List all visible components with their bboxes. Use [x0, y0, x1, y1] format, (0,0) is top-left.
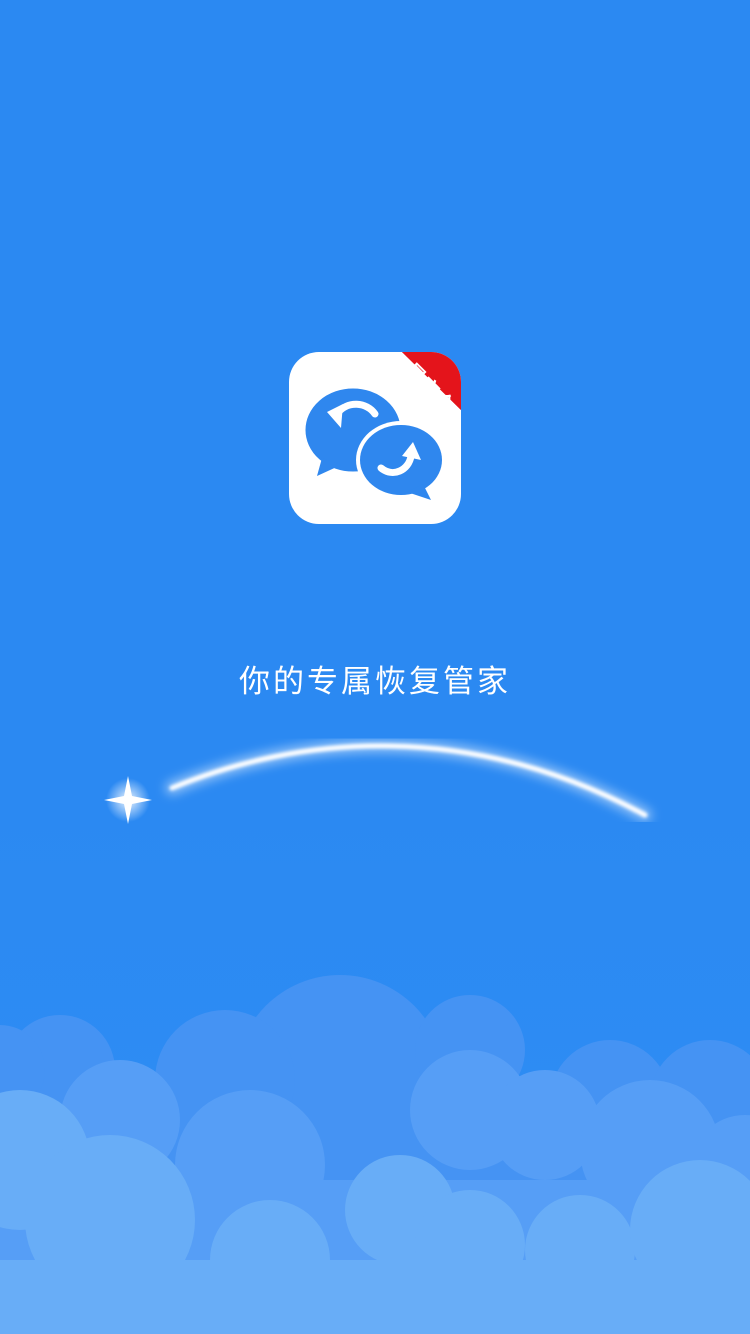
- sparkle-icon: [104, 776, 152, 824]
- splash-screen: 最安全 你的专属恢复管家: [0, 0, 750, 1334]
- clouds-decoration: [0, 975, 750, 1334]
- decorative-arc: [104, 738, 652, 824]
